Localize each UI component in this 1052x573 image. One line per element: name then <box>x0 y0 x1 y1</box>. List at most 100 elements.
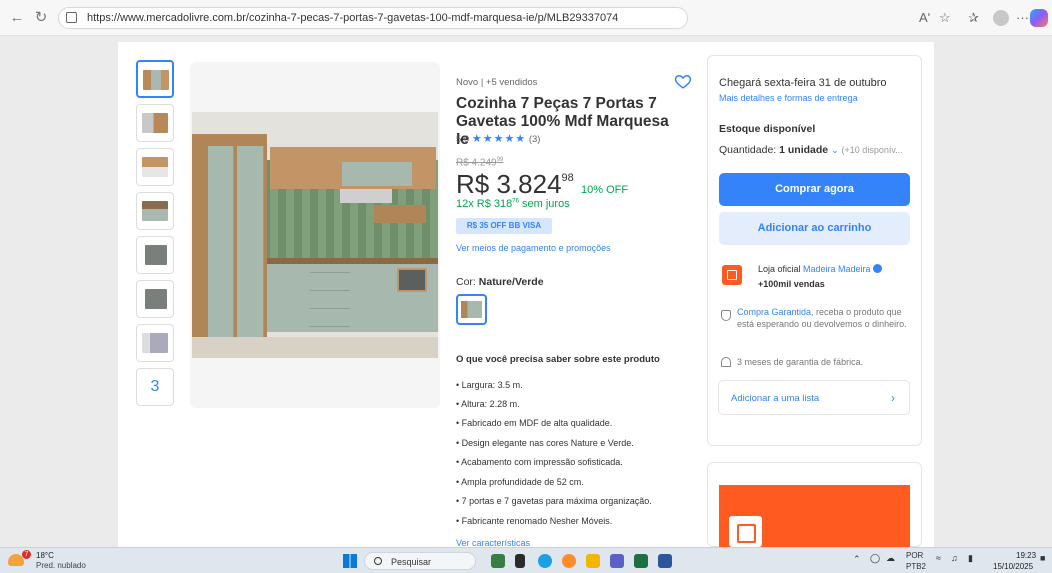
discount-badge: 10% OFF <box>581 184 629 196</box>
tray-app-icon[interactable]: ◯ <box>870 553 880 564</box>
notification-icon[interactable]: ■ <box>1040 553 1045 563</box>
color-swatch-nature-verde[interactable] <box>456 294 487 325</box>
taskbar-app-icon[interactable] <box>515 554 525 568</box>
reader-mode-icon[interactable]: Aʹ <box>919 10 930 26</box>
product-image[interactable] <box>192 112 438 358</box>
add-to-list-label: Adicionar a uma lista <box>731 393 820 404</box>
lock-icon[interactable] <box>66 12 77 23</box>
store-prefix: Loja oficial <box>758 264 804 274</box>
thumbnail-4[interactable] <box>136 192 174 230</box>
old-price-value: R$ 4.249 <box>456 157 497 169</box>
clock-date[interactable]: 15/10/2025 <box>993 562 1033 571</box>
thumbnail-6[interactable] <box>136 280 174 318</box>
chevron-right-icon: › <box>891 391 895 405</box>
buy-now-button[interactable]: Comprar agora <box>719 173 910 206</box>
image-oven <box>397 268 427 292</box>
word-icon[interactable] <box>658 554 672 568</box>
language-indicator[interactable]: POR <box>906 551 923 560</box>
taskbar-app-icon[interactable] <box>562 554 576 568</box>
old-price: R$ 4.24999 <box>456 157 503 168</box>
taskbar-search[interactable]: Pesquisar <box>364 552 476 570</box>
favorite-star-icon[interactable]: ☆ <box>939 10 951 26</box>
qty-value: 1 unidade <box>779 144 829 156</box>
favorites-icon[interactable]: ✰ <box>968 10 979 26</box>
battery-icon[interactable]: ▮ <box>968 553 973 564</box>
image-upper-door <box>342 162 412 186</box>
tray-app-icon[interactable]: ☁ <box>886 553 895 564</box>
thumbnail-5[interactable] <box>136 236 174 274</box>
file-explorer-icon[interactable] <box>586 554 600 568</box>
wifi-icon[interactable]: ≈ <box>936 553 941 563</box>
installments-cents: 76 <box>512 198 519 205</box>
old-price-cents: 99 <box>496 157 504 163</box>
quantity-selector[interactable]: Quantidade: 1 unidade ⌄ (+10 disponív... <box>719 144 903 156</box>
swatch-image <box>461 301 482 318</box>
windows-start-icon[interactable] <box>343 554 357 568</box>
feature-item: • Altura: 2.28 m. <box>456 399 520 409</box>
color-prefix: Cor: <box>456 276 479 288</box>
thumbnail-image <box>142 157 168 177</box>
delivery-details-link[interactable]: Mais detalhes e formas de entrega <box>719 93 858 103</box>
heart-icon[interactable] <box>674 72 692 90</box>
store-logo-icon[interactable] <box>722 265 742 285</box>
image-tall-door <box>208 146 234 351</box>
thumbnail-image <box>142 201 168 221</box>
back-arrow-icon[interactable]: ← <box>8 9 26 27</box>
search-icon <box>374 557 382 565</box>
add-to-cart-button[interactable]: Adicionar ao carrinho <box>719 212 910 245</box>
feature-item: • 7 portas e 7 gavetas para máxima organ… <box>456 496 652 506</box>
address-bar[interactable]: https://www.mercadolivre.com.br/cozinha-… <box>58 7 688 29</box>
stars-icon: ★★★★★ <box>471 133 527 145</box>
image-drawers <box>310 272 350 328</box>
excel-icon[interactable] <box>634 554 648 568</box>
keyboard-layout[interactable]: PTB2 <box>906 562 926 571</box>
feature-item: • Fabricante renomado Nesher Móveis. <box>456 516 613 526</box>
thumbnail-7[interactable] <box>136 324 174 362</box>
thumbnail-1[interactable] <box>136 60 174 98</box>
clock-time[interactable]: 19:23 <box>1016 551 1036 560</box>
store-banner-logo-icon[interactable] <box>729 516 762 547</box>
stock-status: Estoque disponível <box>719 123 816 135</box>
temperature[interactable]: 18°C <box>36 551 54 560</box>
current-price: R$ 3.82498 10% OFF <box>456 169 628 200</box>
rating-count: (3) <box>528 134 541 145</box>
chevron-down-icon: ⌄ <box>831 145 839 155</box>
delivery-date: Chegará sexta-feira 31 de outubro <box>719 77 887 89</box>
thumbnail-image <box>143 70 169 90</box>
tray-chevron-icon[interactable]: ⌃ <box>853 554 861 565</box>
promo-badge: R$ 35 OFF BB VISA <box>456 218 552 234</box>
taskbar-search-label: Pesquisar <box>391 557 432 567</box>
installments: 12x R$ 31876 sem juros <box>456 198 570 210</box>
more-images-button[interactable]: 3 <box>136 368 174 406</box>
feature-item: • Ampla profundidade de 52 cm. <box>456 477 584 487</box>
color-value: Nature/Verde <box>478 276 544 288</box>
official-store: Loja oficial Madeira Madeira <box>758 264 882 274</box>
thumbnail-3[interactable] <box>136 148 174 186</box>
qty-available: (+10 disponív... <box>841 145 903 155</box>
payment-methods-link[interactable]: Ver meios de pagamento e promoções <box>456 243 611 253</box>
store-name-link[interactable]: Madeira Madeira <box>803 264 871 274</box>
store-sales: +100mil vendas <box>758 279 825 289</box>
image-floor <box>192 337 438 358</box>
weather-description[interactable]: Pred. nublado <box>36 561 86 570</box>
volume-icon[interactable]: ♫ <box>951 553 958 563</box>
price-value: R$ 3.824 <box>456 169 562 199</box>
taskbar-app-icon[interactable] <box>491 554 505 568</box>
copilot-icon[interactable] <box>1030 9 1048 27</box>
teams-icon[interactable] <box>610 554 624 568</box>
thumbnail-2[interactable] <box>136 104 174 142</box>
browser-toolbar: ← ↻ https://www.mercadolivre.com.br/cozi… <box>0 0 1052 36</box>
more-menu-icon[interactable]: ··· <box>1016 10 1029 26</box>
warranty-icon <box>721 357 731 367</box>
qty-label: Quantidade: <box>719 144 780 156</box>
guarantee-link[interactable]: Compra Garantida <box>737 307 811 317</box>
thumbnail-image <box>142 113 168 133</box>
refresh-icon[interactable]: ↻ <box>32 9 50 27</box>
image-range-hood <box>340 189 392 203</box>
edge-icon[interactable] <box>538 554 552 568</box>
rating[interactable]: 5.0 ★★★★★ (3) <box>456 132 540 145</box>
add-to-list-button[interactable]: Adicionar a uma lista › <box>718 380 910 415</box>
weather-alert-badge: 7 <box>22 550 31 559</box>
profile-avatar[interactable] <box>993 10 1009 26</box>
feature-item: • Largura: 3.5 m. <box>456 380 523 390</box>
